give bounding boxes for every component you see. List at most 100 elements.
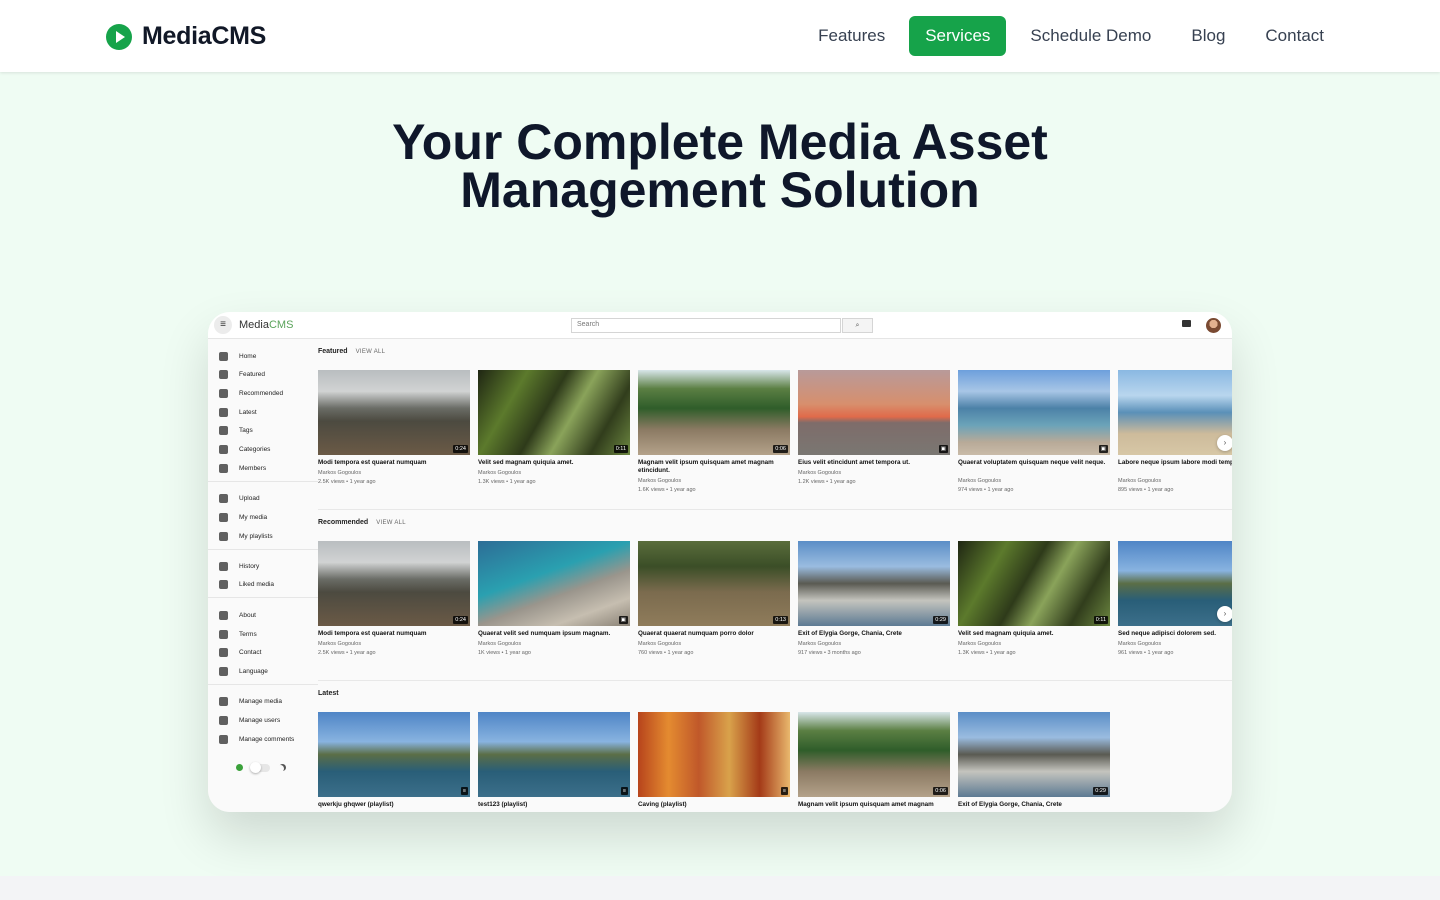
media-title[interactable]: Exit of Elygia Gorge, Chania, Crete [798,630,950,638]
media-card[interactable]: 0:24 Modi tempora est quaerat numquam Mark… [318,370,470,506]
media-title[interactable]: Caving (playlist) [638,801,790,809]
nav-link-blog[interactable]: Blog [1175,16,1241,56]
nav-link-services[interactable]: Services [909,16,1007,56]
media-author[interactable]: Markos Gogoulos [798,470,841,476]
sidebar-item-tags[interactable]: Tags [208,421,318,439]
media-author[interactable]: Markos Gogoulos [798,641,841,647]
sidebar-item-categories[interactable]: Categories [208,440,318,458]
media-title[interactable]: Sed neque adipisci dolorem sed. [1118,630,1232,638]
sidebar-item-recommended[interactable]: Recommended [208,384,318,402]
media-card[interactable]: 0:29 Exit of Elygia Gorge, Chania, Crete [958,712,1110,812]
sidebar-item-manage-comments[interactable]: Manage comments [208,730,318,748]
media-thumbnail[interactable]: 0:29 [958,712,1110,797]
sidebar-item-contact[interactable]: Contact [208,643,318,661]
media-title[interactable]: Labore neque ipsum labore modi tempora n… [1118,459,1232,467]
carousel-next-icon[interactable]: › [1217,435,1232,451]
media-card[interactable]: ≡ Caving (playlist) [638,712,790,812]
media-title[interactable]: Magnam velit ipsum quisquam amet magnam [798,801,950,809]
view-all-link[interactable]: VIEW ALL [356,349,386,355]
media-card[interactable]: Labore neque ipsum labore modi tempora n… [1118,370,1232,506]
theme-toggle[interactable] [236,762,294,774]
media-thumbnail[interactable]: ▣ [958,370,1110,455]
media-title[interactable]: Modi tempora est quaerat numquam [318,459,470,467]
media-title[interactable]: Modi tempora est quaerat numquam [318,630,470,638]
media-author[interactable]: Markos Gogoulos [1118,641,1161,647]
media-author[interactable]: Markos Gogoulos [638,478,681,484]
media-thumbnail[interactable]: ▣ [478,541,630,626]
media-card[interactable]: ▣ Eius velit etincidunt amet tempora ut. M… [798,370,950,506]
media-thumbnail[interactable]: 0:24 [318,370,470,455]
media-card[interactable]: 0:06 Magnam velit ipsum quisquam amet mag… [798,712,950,812]
media-thumbnail[interactable]: 0:06 [798,712,950,797]
sidebar-item-manage-users[interactable]: Manage users [208,711,318,729]
media-card[interactable]: 0:13 Quaerat quaerat numquam porro dolor M… [638,541,790,677]
sidebar-item-liked-media[interactable]: Liked media [208,575,318,593]
sidebar-item-upload[interactable]: Upload [208,489,318,507]
sidebar-item-latest[interactable]: Latest [208,403,318,421]
sidebar-item-home[interactable]: Home [208,347,318,365]
media-title[interactable]: Magnam velit ipsum quisquam amet magnam … [638,459,790,475]
sidebar-item-history[interactable]: History [208,557,318,575]
sidebar-item-featured[interactable]: Featured [208,365,318,383]
media-title[interactable]: Exit of Elygia Gorge, Chania, Crete [958,801,1110,809]
sidebar-item-language[interactable]: Language [208,662,318,680]
media-title[interactable]: Quaerat quaerat numquam porro dolor [638,630,790,638]
media-author[interactable]: Markos Gogoulos [958,478,1001,484]
media-card[interactable]: ≡ test123 (playlist) [478,712,630,812]
sidebar-item-terms[interactable]: Terms [208,625,318,643]
media-thumbnail[interactable]: ≡ [638,712,790,797]
media-thumbnail[interactable]: ≡ [318,712,470,797]
menu-icon[interactable]: ≡ [214,316,232,334]
sidebar-item-my-playlists[interactable]: My playlists [208,527,318,545]
media-thumbnail[interactable]: 0:06 [638,370,790,455]
media-thumbnail[interactable]: ≡ [478,712,630,797]
media-card[interactable]: ≡ qwerkju ghqwer (playlist) [318,712,470,812]
media-thumbnail[interactable]: 0:13 [638,541,790,626]
media-title[interactable]: Velit sed magnam quiquia amet. [958,630,1110,638]
search-icon[interactable]: ⌕ [842,318,873,333]
media-author[interactable]: Markos Gogoulos [478,641,521,647]
nav-link-features[interactable]: Features [802,16,901,56]
sidebar-item-manage-media[interactable]: Manage media [208,692,318,710]
media-thumbnail[interactable] [1118,541,1232,626]
media-title[interactable]: Quaerat velit sed numquam ipsum magnam. [478,630,630,638]
media-title[interactable]: qwerkju ghqwer (playlist) [318,801,470,809]
media-card[interactable]: ▣ Quaerat voluptatem quisquam neque velit… [958,370,1110,506]
media-card[interactable]: 0:29 Exit of Elygia Gorge, Chania, Crete M… [798,541,950,677]
media-card[interactable]: ▣ Quaerat velit sed numquam ipsum magnam.… [478,541,630,677]
media-thumbnail[interactable] [1118,370,1232,455]
media-card[interactable]: Sed neque adipisci dolorem sed. Markos Go… [1118,541,1232,677]
media-card[interactable]: 0:06 Magnam velit ipsum quisquam amet mag… [638,370,790,506]
nav-link-contact[interactable]: Contact [1249,16,1340,56]
carousel-next-icon[interactable]: › [1217,606,1232,622]
avatar[interactable] [1206,318,1221,333]
media-title[interactable]: Eius velit etincidunt amet tempora ut. [798,459,950,467]
media-thumbnail[interactable]: ▣ [798,370,950,455]
media-title[interactable]: Velit sed magnam quiquia amet. [478,459,630,467]
nav-link-schedule-demo[interactable]: Schedule Demo [1014,16,1167,56]
media-card[interactable]: 0:11 Velit sed magnam quiquia amet. Markos… [958,541,1110,677]
sidebar-item-members[interactable]: Members [208,459,318,477]
sidebar-item-about[interactable]: About [208,606,318,624]
home-icon [219,351,228,361]
view-all-link[interactable]: VIEW ALL [376,520,406,526]
brand-logo[interactable]: MediaCMS [106,22,266,51]
app-logo[interactable]: MediaCMS [239,319,293,331]
media-author[interactable]: Markos Gogoulos [958,641,1001,647]
media-card[interactable]: 0:11 Velit sed magnam quiquia amet. Markos… [478,370,630,506]
media-thumbnail[interactable]: 0:24 [318,541,470,626]
media-author[interactable]: Markos Gogoulos [638,641,681,647]
media-author[interactable]: Markos Gogoulos [1118,478,1161,484]
sidebar-item-my-media[interactable]: My media [208,508,318,526]
media-title[interactable]: Quaerat voluptatem quisquam neque velit … [958,459,1110,467]
media-author[interactable]: Markos Gogoulos [318,470,361,476]
media-thumbnail[interactable]: 0:29 [798,541,950,626]
app-search-input[interactable]: Search [571,318,841,333]
media-card[interactable]: 0:24 Modi tempora est quaerat numquam Mark… [318,541,470,677]
upload-video-icon[interactable] [1182,320,1191,327]
media-thumbnail[interactable]: 0:11 [958,541,1110,626]
media-thumbnail[interactable]: 0:11 [478,370,630,455]
media-author[interactable]: Markos Gogoulos [478,470,521,476]
media-title[interactable]: test123 (playlist) [478,801,630,809]
media-author[interactable]: Markos Gogoulos [318,641,361,647]
